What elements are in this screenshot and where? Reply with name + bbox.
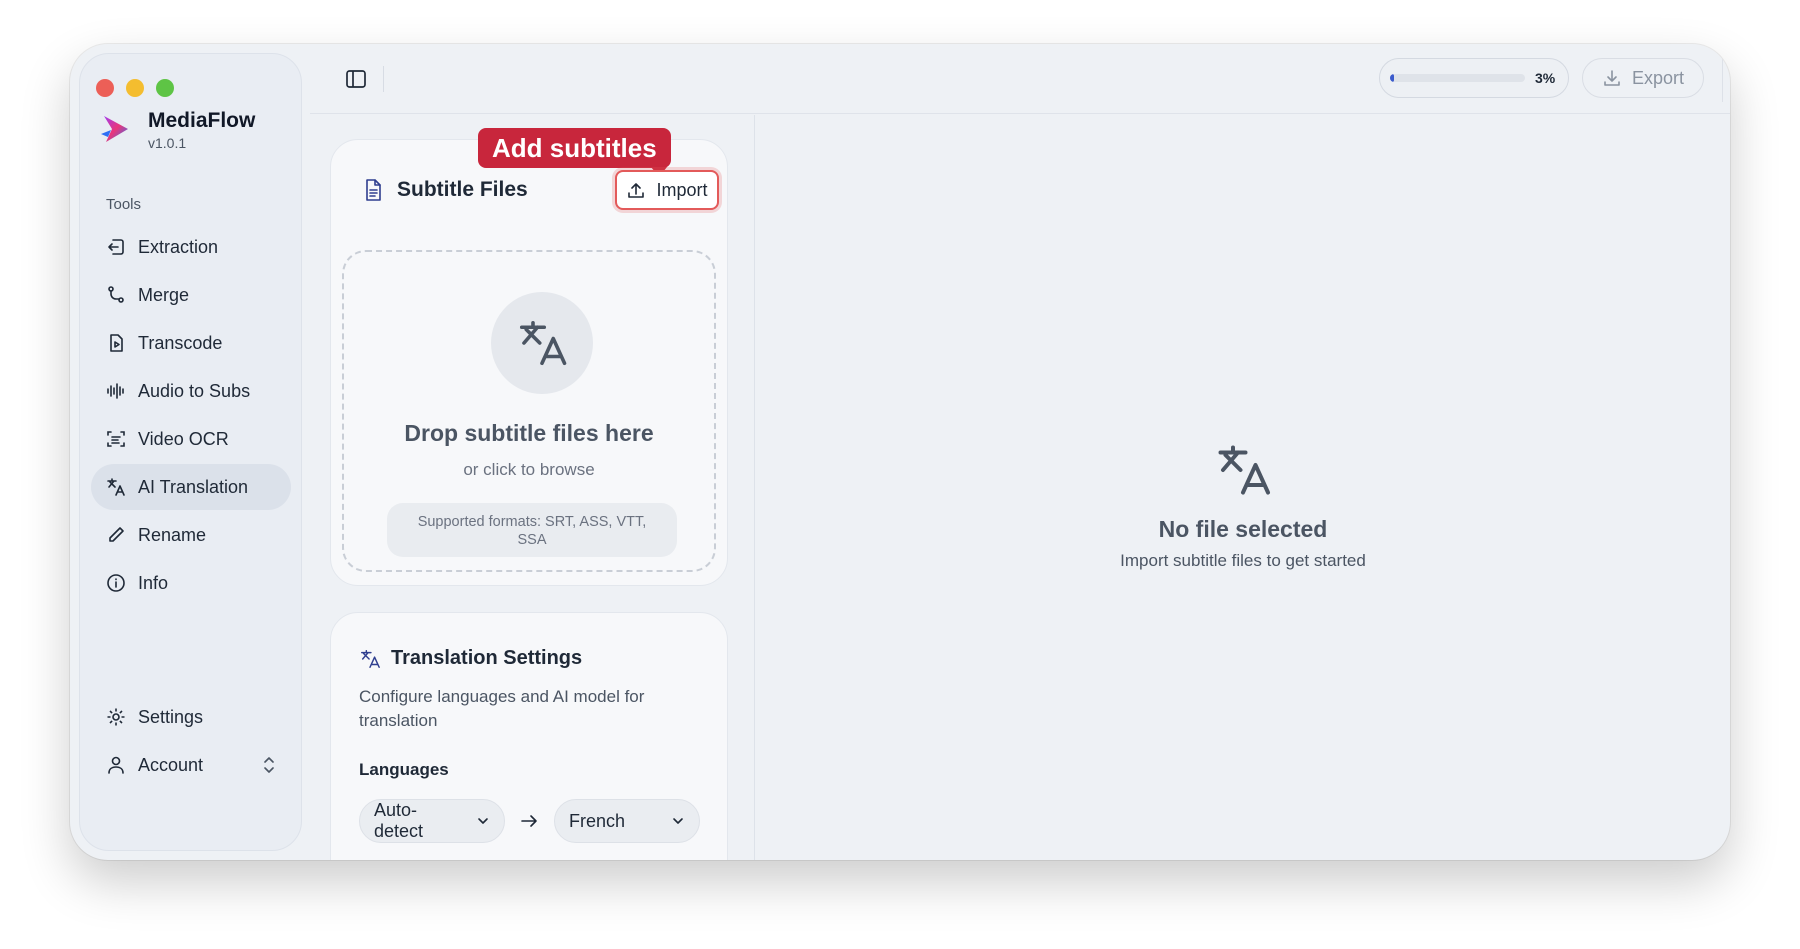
progress-track [1390,74,1525,82]
dropzone-subtitle: or click to browse [463,460,595,479]
source-language-value: Auto-detect [374,800,424,841]
progress-fill [1390,74,1395,82]
add-subtitles-tooltip: Add subtitles [478,128,671,177]
sidebar-item-transcode[interactable]: Transcode [91,320,291,366]
transcode-icon [110,334,123,352]
empty-state-subtitle: Import subtitle files to get started [1120,551,1366,570]
app-version: v1.0.1 [148,135,187,151]
app-name: MediaFlow [148,109,256,132]
toolbar-divider [1722,54,1723,102]
sidebar-item-label: AI Translation [138,476,249,497]
sidebar-item-account[interactable]: Account [91,742,291,788]
sidebar-item-audio-to-subs[interactable]: Audio to Subs [91,368,291,414]
download-icon [1604,70,1620,86]
sidebar-item-video-ocr[interactable]: Video OCR [91,416,291,462]
audio-wave-icon [107,383,124,399]
supported-formats: Supported formats: SRT, ASS, VTT, SSA [387,503,677,557]
sidebar-item-ai-translation[interactable]: AI Translation [91,464,291,510]
translate-icon [1218,445,1270,495]
app-window: MediaFlow v1.0.1 Tools Extraction Merge … [70,44,1730,860]
sidebar-item-rename[interactable]: Rename [91,512,291,558]
toolbar-divider [383,66,384,92]
card-title: Subtitle Files [361,178,528,202]
progress-indicator: 3% [1379,58,1569,98]
sidebar-item-label: Merge [138,284,190,305]
chevron-down-icon [673,818,683,824]
pencil-icon [109,527,124,542]
languages-label: Languages [359,760,449,779]
sidebar-item-label: Settings [138,706,204,727]
tools-nav: Extraction Merge Transcode Audio to Subs… [91,224,291,608]
translate-icon [361,649,380,668]
source-language-select[interactable]: Auto-detect [359,799,505,843]
sidebar-item-label: Audio to Subs [138,380,251,401]
brand: MediaFlow v1.0.1 [98,109,255,151]
translate-icon [107,478,125,496]
translation-settings-title: Translation Settings [391,647,583,669]
sidebar-item-label: Rename [138,524,207,545]
sidebar: MediaFlow v1.0.1 Tools Extraction Merge … [79,53,302,851]
dropzone-icon-circle [491,292,593,394]
sidebar-item-extraction[interactable]: Extraction [91,224,291,270]
translate-icon [519,320,567,366]
target-language-select[interactable]: French [554,799,700,843]
minimize-window-button[interactable] [126,79,144,97]
extraction-icon [108,239,124,255]
file-text-icon [366,179,381,201]
tools-section-label: Tools [106,196,142,213]
empty-state: No file selected Import subtitle files t… [756,440,1730,571]
sidebar-item-merge[interactable]: Merge [91,272,291,318]
translation-settings-card: Translation Settings Configure languages… [330,612,728,860]
gear-icon [107,708,125,726]
dropzone-title: Drop subtitle files here [404,420,654,446]
window-controls [96,79,174,97]
chevron-up-down-icon[interactable] [261,755,277,775]
close-window-button[interactable] [96,79,114,97]
app-logo-icon [101,116,128,142]
info-icon [107,574,125,592]
export-button[interactable]: Export [1582,58,1704,98]
preview-panel: No file selected Import subtitle files t… [756,115,1730,860]
sidebar-item-label: Transcode [138,332,223,353]
left-panel: Subtitle Files Add subtitles Import Drop… [310,115,755,860]
subtitle-files-card: Subtitle Files Add subtitles Import Drop… [330,128,728,586]
sidebar-item-label: Extraction [138,236,219,257]
sidebar-toggle-icon[interactable] [345,68,367,90]
sidebar-item-info[interactable]: Info [91,560,291,606]
target-language-value: French [569,810,626,831]
empty-state-title: No file selected [1158,516,1328,542]
sidebar-item-label: Account [138,754,204,775]
toolbar: 3% Export [310,44,1730,114]
zoom-window-button[interactable] [156,79,174,97]
export-label: Export [1631,67,1685,88]
import-label: Import [656,179,708,200]
import-button[interactable]: Import [615,170,719,210]
card-title: Translation Settings [359,647,582,670]
translation-settings-description: Configure languages and AI model for tra… [359,687,645,730]
subtitle-files-title: Subtitle Files [397,178,528,201]
sidebar-bottom-nav: Settings Account [91,694,291,790]
file-dropzone[interactable]: Drop subtitle files here or click to bro… [342,250,716,572]
arrow-right-icon [521,815,537,827]
progress-percent: 3% [1535,70,1556,86]
sidebar-item-label: Video OCR [138,428,229,449]
user-icon [108,756,124,774]
sidebar-item-label: Info [138,572,169,593]
merge-icon [108,286,124,303]
sidebar-item-settings[interactable]: Settings [91,694,291,740]
upload-icon [628,183,645,198]
chevron-down-icon [478,818,488,824]
scan-text-icon [107,431,125,447]
